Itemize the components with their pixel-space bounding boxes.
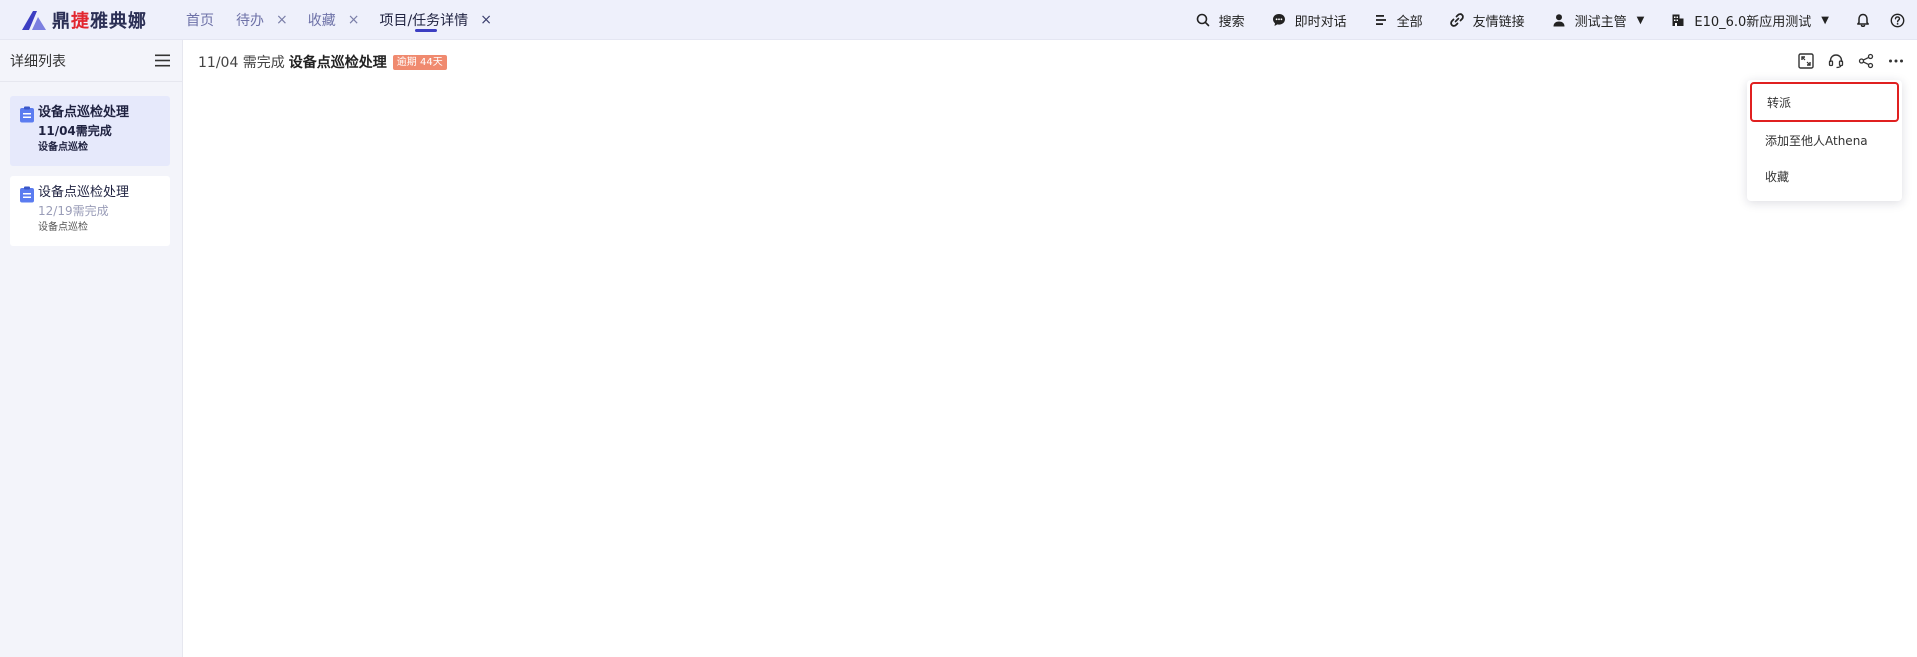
share-icon[interactable] <box>1857 52 1875 70</box>
clipboard-icon <box>20 186 34 203</box>
chat-button[interactable]: 即时对话 <box>1271 11 1347 30</box>
menu-item-label: 收藏 <box>1765 169 1790 184</box>
list-item[interactable]: 设备点巡检处理 12/19需完成 设备点巡检 <box>10 176 170 246</box>
logo-text: 鼎捷雅典娜 <box>52 10 147 32</box>
task-actions <box>1785 52 1905 70</box>
hamburger-menu-icon[interactable] <box>154 54 170 68</box>
item-subtitle: 设备点巡检 <box>38 142 88 153</box>
tenant-name: E10_6.0新应用测试 <box>1694 14 1812 30</box>
building-icon <box>1670 12 1686 28</box>
list-icon <box>1373 12 1389 28</box>
close-icon[interactable]: × <box>480 12 492 28</box>
item-subtitle: 设备点巡检 <box>38 222 88 233</box>
top-bar: 鼎捷雅典娜 首页 待办 × 收藏 × 项目/任务详情 × 搜索 即时对话 全部 … <box>0 0 1917 40</box>
headset-icon[interactable] <box>1827 52 1845 70</box>
top-right-actions: 搜索 即时对话 全部 友情链接 测试主管 ▼ E10_6.0新应用测试 ▼ <box>1195 0 1917 40</box>
item-due-date: 11/04需完成 <box>38 124 112 138</box>
tab-label: 收藏 <box>307 12 336 29</box>
search-label: 搜索 <box>1218 14 1245 30</box>
all-label: 全部 <box>1396 14 1423 30</box>
caret-down-icon: ▼ <box>1821 14 1829 26</box>
link-icon <box>1449 12 1465 28</box>
tab-label: 项目/任务详情 <box>379 12 469 29</box>
item-title: 设备点巡检处理 <box>38 105 130 120</box>
user-icon <box>1551 12 1567 28</box>
tab-todo[interactable]: 待办 × <box>226 0 298 40</box>
close-icon[interactable]: × <box>348 12 360 28</box>
task-title: 设备点巡检处理 <box>288 55 387 71</box>
overdue-badge: 逾期 44天 <box>392 54 447 70</box>
bell-icon[interactable] <box>1855 12 1871 28</box>
app-logo[interactable]: 鼎捷雅典娜 <box>0 0 170 40</box>
all-menu-button[interactable]: 全部 <box>1373 11 1423 30</box>
tab-label: 首页 <box>186 12 214 29</box>
tab-bar: 首页 待办 × 收藏 × 项目/任务详情 × <box>176 0 502 40</box>
menu-item-label: 添加至他人Athena <box>1765 133 1868 148</box>
clipboard-icon <box>20 106 34 123</box>
task-header: 11/04 需完成 设备点巡检处理 逾期 44天 <box>198 52 447 72</box>
menu-item-add-to-others-athena[interactable]: 添加至他人Athena <box>1747 122 1902 158</box>
tab-project-task-detail[interactable]: 项目/任务详情 × <box>369 0 501 40</box>
tab-label: 待办 <box>236 12 264 29</box>
search-button[interactable]: 搜索 <box>1195 11 1245 30</box>
search-icon <box>1195 12 1211 28</box>
sidebar-title: 详细列表 <box>10 53 66 70</box>
more-icon[interactable] <box>1887 52 1905 70</box>
friendly-links-button[interactable]: 友情链接 <box>1449 11 1525 30</box>
menu-item-label: 转派 <box>1767 95 1792 110</box>
user-menu[interactable]: 测试主管 ▼ <box>1551 11 1645 30</box>
help-icon[interactable] <box>1889 12 1905 28</box>
list-item[interactable]: 设备点巡检处理 11/04需完成 设备点巡检 <box>10 96 170 166</box>
tab-favorites[interactable]: 收藏 × <box>298 0 370 40</box>
friendly-links-label: 友情链接 <box>1472 14 1525 30</box>
chat-bubble-icon <box>1271 12 1287 28</box>
logo-icon <box>22 10 46 30</box>
tab-home[interactable]: 首页 <box>176 0 226 40</box>
item-title: 设备点巡检处理 <box>38 185 130 200</box>
item-due-date: 12/19需完成 <box>38 204 109 218</box>
menu-item-transfer[interactable]: 转派 <box>1750 82 1899 122</box>
more-actions-menu: 转派 添加至他人Athena 收藏 <box>1747 80 1902 201</box>
menu-item-favorite[interactable]: 收藏 <box>1747 158 1902 194</box>
caret-down-icon: ▼ <box>1636 14 1645 26</box>
fullscreen-icon[interactable] <box>1797 52 1815 70</box>
sidebar-header: 详细列表 <box>0 40 182 82</box>
chat-label: 即时对话 <box>1294 14 1347 30</box>
task-due-date: 11/04 需完成 <box>198 55 285 71</box>
close-icon[interactable]: × <box>276 12 288 28</box>
tenant-menu[interactable]: E10_6.0新应用测试 ▼ <box>1670 11 1829 30</box>
user-name: 测试主管 <box>1574 14 1627 30</box>
